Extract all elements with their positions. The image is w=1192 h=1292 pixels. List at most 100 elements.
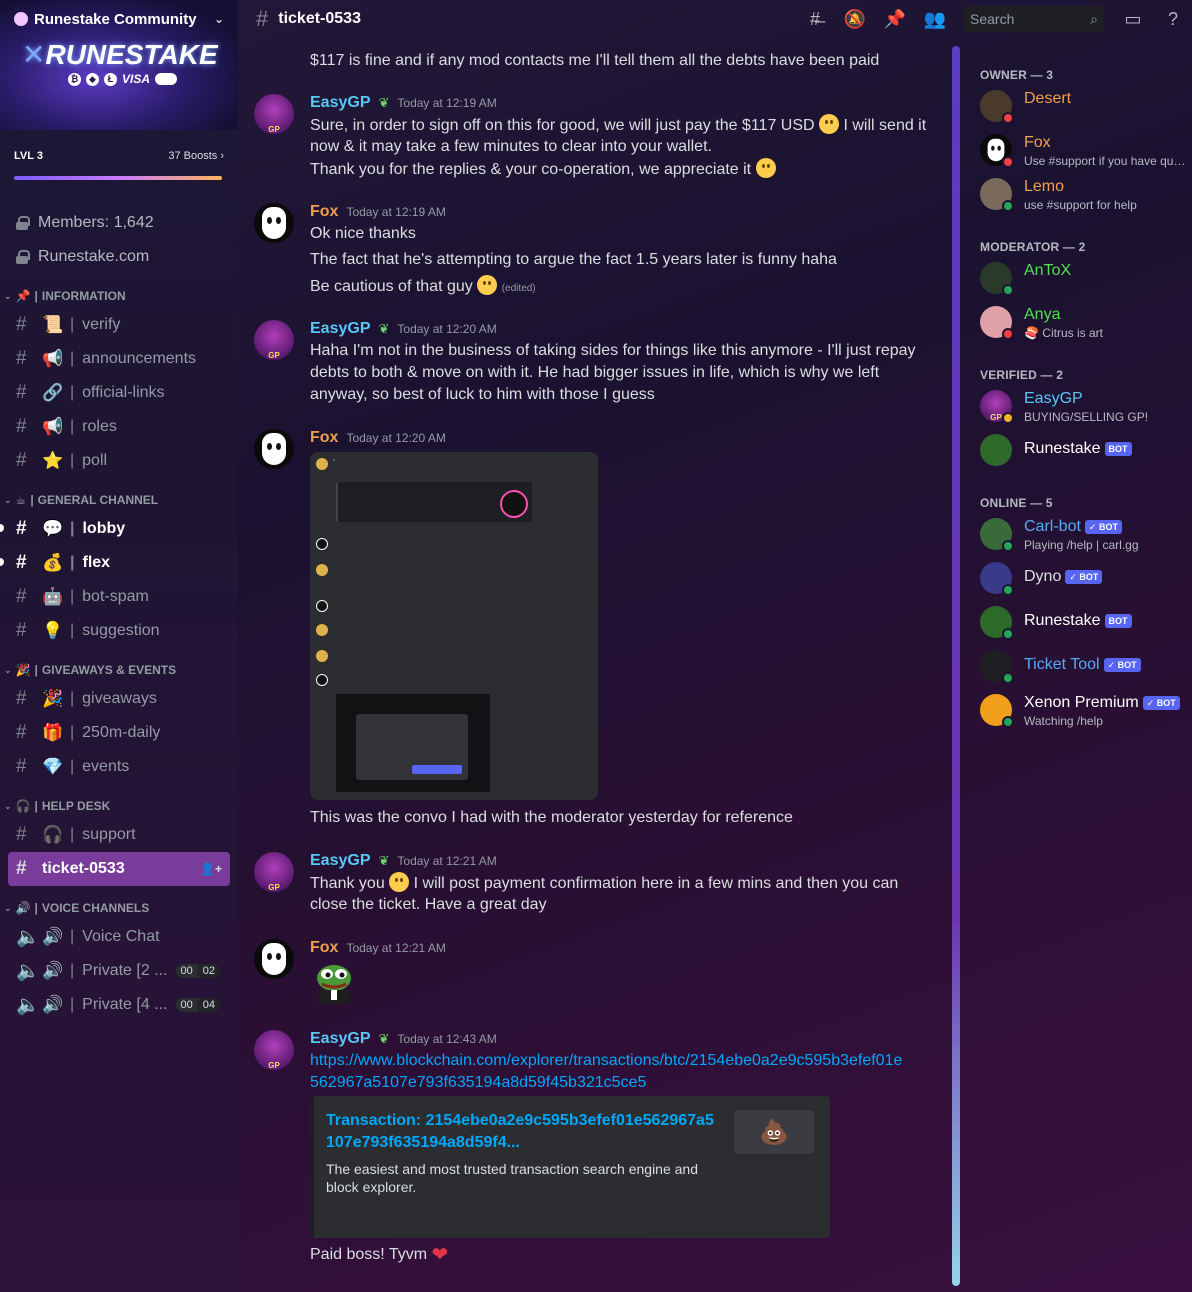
timestamp: Today at 12:20 AM bbox=[397, 322, 497, 336]
lock-icon bbox=[16, 250, 30, 264]
channel-lobby[interactable]: # 💬 | lobby bbox=[0, 512, 238, 546]
help-icon[interactable]: ? bbox=[1162, 8, 1184, 30]
channel-suggestion[interactable]: # 💡 | suggestion bbox=[0, 614, 238, 648]
message-text: Thank you for the replies & your co-oper… bbox=[310, 158, 940, 181]
avatar[interactable] bbox=[254, 429, 294, 469]
member-runestake-bot-online[interactable]: Runestake BOT bbox=[980, 604, 1190, 646]
username[interactable]: Fox bbox=[310, 429, 338, 447]
member-carl-bot[interactable]: Carl-bot ✓ BOT Playing /help | carl.gg bbox=[980, 516, 1190, 558]
member-list: OWNER — 3 Desert Fox Use #support if you… bbox=[962, 38, 1192, 1292]
channel-voice-chat[interactable]: 🔈 🔊 | Voice Chat bbox=[0, 920, 238, 954]
pepe-sticker-icon[interactable] bbox=[310, 962, 358, 1006]
channel-roles[interactable]: # 📢 | roles bbox=[0, 410, 238, 444]
pin-icon[interactable]: 📌 bbox=[884, 8, 906, 30]
dnd-status-icon bbox=[1002, 328, 1014, 340]
hash-icon: # bbox=[16, 518, 27, 539]
edited-tag: (edited) bbox=[501, 283, 536, 294]
bot-tag: BOT bbox=[1104, 614, 1132, 628]
bitcoin-icon: ₿ bbox=[68, 72, 81, 86]
member-fox[interactable]: Fox Use #support if you have que... bbox=[980, 132, 1190, 174]
voice-speaker-icon: 🔈 bbox=[16, 995, 40, 1016]
online-status-icon bbox=[1002, 628, 1014, 640]
timestamp: Today at 12:21 AM bbox=[346, 941, 446, 955]
search-input[interactable]: Search ⌕ bbox=[964, 6, 1104, 32]
link-embed: Transaction: 2154ebe0a2e9c595b3efef01e56… bbox=[310, 1096, 830, 1238]
inbox-icon[interactable]: ▭ bbox=[1122, 8, 1144, 30]
member-list-icon[interactable]: 👥 bbox=[924, 8, 946, 30]
hash-icon: # bbox=[16, 858, 27, 879]
chevron-down-icon: ⌄ bbox=[4, 902, 12, 913]
channel-official-links[interactable]: # 🔗 | official-links bbox=[0, 376, 238, 410]
channel-events[interactable]: # 💎 | events bbox=[0, 750, 238, 784]
member-dyno[interactable]: Dyno ✓ BOT bbox=[980, 560, 1190, 602]
boost-progress[interactable]: LVL 3 37 Boosts › bbox=[0, 138, 238, 196]
member-desert[interactable]: Desert bbox=[980, 88, 1190, 130]
timestamp: Today at 12:19 AM bbox=[397, 96, 497, 110]
username[interactable]: EasyGP bbox=[310, 852, 370, 870]
member-anya[interactable]: Anya 🍣 Citrus is art bbox=[980, 304, 1190, 346]
category-information[interactable]: ⌄ 📌 | INFORMATION bbox=[0, 284, 238, 308]
channel-support[interactable]: # 🎧 | support bbox=[0, 818, 238, 852]
transaction-link[interactable]: 562967a5107e793f635194a8d59f45b321c5ce5 bbox=[310, 1072, 940, 1094]
avatar[interactable]: GP bbox=[254, 94, 294, 134]
server-name: Runestake Community bbox=[34, 10, 197, 28]
member-runestake-bot[interactable]: Runestake BOT bbox=[980, 432, 1190, 474]
category-voice[interactable]: ⌄ 🔊 | VOICE CHANNELS bbox=[0, 896, 238, 920]
username[interactable]: Fox bbox=[310, 203, 338, 221]
members-count-channel[interactable]: Members: 1,642 bbox=[0, 206, 238, 240]
channel-private-4[interactable]: 🔈 🔊 | Private [4 ... 00 04 bbox=[0, 988, 238, 1022]
speaker-icon: 🔊 bbox=[15, 901, 31, 915]
category-general[interactable]: ⌄ ☕ | GENERAL CHANNEL bbox=[0, 488, 238, 512]
message-text: Ok nice thanks bbox=[310, 225, 416, 242]
member-easygp[interactable]: GP EasyGP BUYING/SELLING GP! bbox=[980, 388, 1190, 430]
transaction-link[interactable]: https://www.blockchain.com/explorer/tran… bbox=[310, 1050, 940, 1072]
scrollbar-thumb[interactable] bbox=[952, 46, 960, 1286]
website-channel[interactable]: Runestake.com bbox=[0, 240, 238, 274]
channel-flex[interactable]: # 💰 | flex bbox=[0, 546, 238, 580]
threads-icon[interactable]: #̶ bbox=[804, 8, 826, 30]
member-xenon-premium[interactable]: Xenon Premium ✓ BOT Watching /help bbox=[980, 692, 1190, 734]
bot-tag: ✓ BOT bbox=[1142, 696, 1180, 710]
username[interactable]: Fox bbox=[310, 939, 338, 957]
channel-bot-spam[interactable]: # 🤖 | bot-spam bbox=[0, 580, 238, 614]
member-antox[interactable]: AnToX bbox=[980, 260, 1190, 302]
channel-250m-daily[interactable]: # 🎁 | 250m-daily bbox=[0, 716, 238, 750]
speaker-icon: 🔊 bbox=[42, 961, 64, 980]
speaker-icon: 🔊 bbox=[42, 995, 64, 1014]
boost-level: LVL 3 bbox=[14, 150, 43, 162]
channel-verify[interactable]: # 📜 | verify bbox=[0, 308, 238, 342]
dnd-status-icon bbox=[1002, 156, 1014, 168]
embed-title[interactable]: Transaction: 2154ebe0a2e9c595b3efef01e56… bbox=[326, 1110, 720, 1154]
channel-ticket-0533[interactable]: # ticket-0533 👤+ bbox=[8, 852, 230, 886]
avatar[interactable]: GP bbox=[254, 852, 294, 892]
member-ticket-tool[interactable]: Ticket Tool ✓ BOT bbox=[980, 648, 1190, 690]
avatar[interactable]: GP bbox=[254, 320, 294, 360]
avatar[interactable] bbox=[254, 203, 294, 243]
avatar[interactable]: GP bbox=[254, 1030, 294, 1070]
add-member-icon[interactable]: 👤+ bbox=[200, 862, 222, 876]
username[interactable]: EasyGP bbox=[310, 320, 370, 338]
channel-private-2[interactable]: 🔈 🔊 | Private [2 ... 00 02 bbox=[0, 954, 238, 988]
message-text: anyway, so best of luck to him with thos… bbox=[310, 386, 655, 403]
avatar[interactable] bbox=[254, 939, 294, 979]
online-status-icon bbox=[1002, 200, 1014, 212]
dnd-status-icon bbox=[1002, 112, 1014, 124]
timestamp: Today at 12:20 AM bbox=[346, 431, 446, 445]
chevron-down-icon[interactable]: ⌄ bbox=[214, 12, 224, 26]
hash-icon: # bbox=[16, 552, 27, 573]
mute-bell-icon[interactable]: 🔕 bbox=[844, 8, 866, 30]
username[interactable]: EasyGP bbox=[310, 94, 370, 112]
member-lemo[interactable]: Lemo use #support for help bbox=[980, 176, 1190, 218]
message-text: now & it may take a few minutes to clear… bbox=[310, 138, 712, 155]
screenshot-attachment[interactable]: · bbox=[310, 452, 598, 800]
channel-poll[interactable]: # ⭐ | poll bbox=[0, 444, 238, 478]
role-header-owner: OWNER — 3 bbox=[980, 68, 1054, 82]
channel-announcements[interactable]: # 📢 | announcements bbox=[0, 342, 238, 376]
server-header[interactable]: Runestake Community ⌄ bbox=[0, 0, 238, 38]
category-help-desk[interactable]: ⌄ 🎧 | HELP DESK bbox=[0, 794, 238, 818]
category-giveaways[interactable]: ⌄ 🎉 | GIVEAWAYS & EVENTS bbox=[0, 658, 238, 682]
boost-bar bbox=[14, 176, 222, 180]
channel-title: ticket-0533 bbox=[278, 10, 361, 27]
channel-giveaways[interactable]: # 🎉 | giveaways bbox=[0, 682, 238, 716]
username[interactable]: EasyGP bbox=[310, 1030, 370, 1048]
